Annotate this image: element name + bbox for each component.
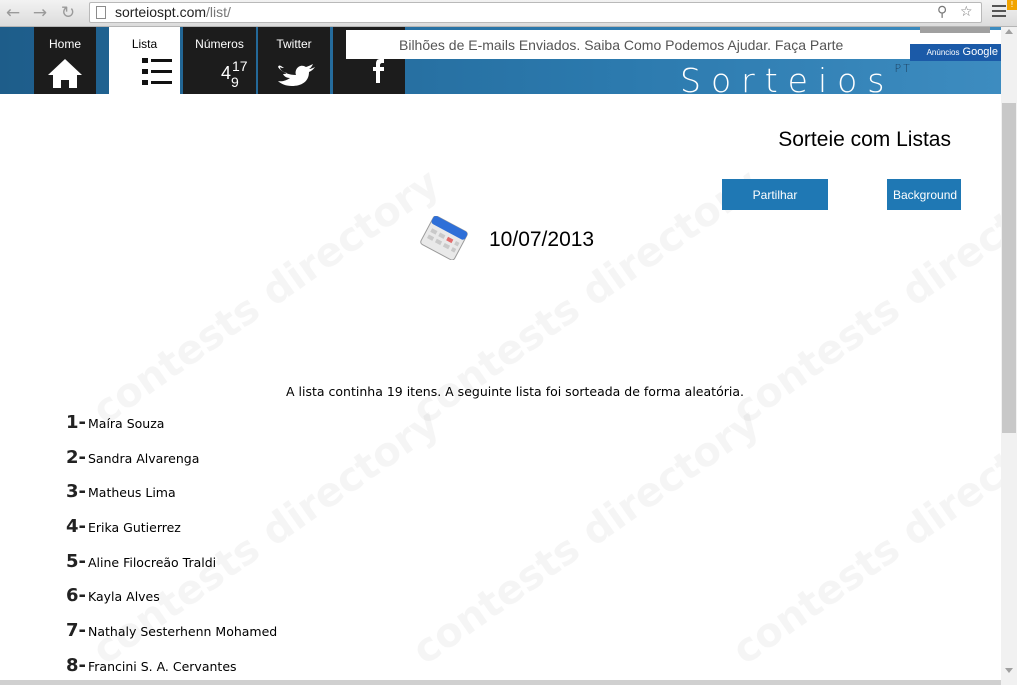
vertical-scrollbar[interactable] — [1001, 27, 1017, 685]
svg-text:9: 9 — [231, 74, 239, 89]
item-number: 5- — [66, 550, 86, 572]
background-button[interactable]: Background — [887, 179, 961, 210]
item-number: 3- — [66, 481, 86, 503]
ad-text[interactable]: Bilhões de E-mails Enviados. Saiba Como … — [399, 37, 843, 53]
item-number: 1- — [66, 412, 86, 433]
list-item: 6- Kayla Alves — [66, 585, 277, 620]
notification-badge: ! — [1007, 0, 1017, 10]
tab-twitter[interactable]: Twitter — [258, 27, 330, 94]
item-name: Sandra Alvarenga — [88, 450, 200, 466]
list-item: 2- Sandra Alvarenga — [66, 447, 277, 482]
back-icon[interactable]: ← — [3, 3, 23, 23]
item-name: Erika Gutierrez — [88, 520, 181, 536]
share-result-button[interactable]: Partilhar resultado — [722, 179, 828, 233]
ad-badge-label: Anúncios — [926, 48, 960, 57]
ads-by-google-badge[interactable]: Anúncios Google — [910, 44, 1001, 61]
list-summary: A lista continha 19 itens. A seguinte li… — [286, 384, 744, 399]
item-name: Aline Filocreão Traldi — [88, 554, 217, 570]
twitter-bird-icon — [278, 64, 315, 86]
item-number: 7- — [66, 620, 86, 642]
ad-corner-bar — [920, 27, 990, 33]
svg-text:4: 4 — [221, 63, 231, 83]
list-item: 4- Erika Gutierrez — [66, 516, 277, 551]
item-number: 4- — [66, 516, 86, 538]
tab-home-label: Home — [48, 37, 81, 51]
url-text[interactable]: sorteiospt.com/list/ — [115, 4, 231, 21]
calendar-icon — [420, 216, 468, 260]
main-content: contests directory contests directory co… — [0, 94, 1001, 680]
list-item: 3- Matheus Lima — [66, 481, 277, 516]
scroll-up-icon[interactable] — [1005, 29, 1013, 34]
reload-icon[interactable]: ↻ — [58, 3, 78, 23]
scroll-down-icon[interactable] — [1005, 668, 1013, 673]
svg-text:17: 17 — [232, 58, 248, 74]
watermark: contests directory — [724, 400, 1001, 674]
browser-toolbar: ← → ↻ sorteiospt.com/list/ ⚲ ☆ ! — [0, 0, 1017, 27]
scroll-thumb[interactable] — [1002, 103, 1016, 433]
address-bar[interactable]: sorteiospt.com/list/ ⚲ ☆ — [89, 2, 982, 23]
numbers-icon: 4 17 9 — [221, 58, 248, 89]
url-domain: sorteiospt.com — [115, 4, 207, 20]
magnifier-icon[interactable]: ⚲ — [937, 4, 947, 21]
watermark: contests directory — [404, 400, 768, 674]
list-item: 7- Nathaly Sesterhenn Mohamed — [66, 620, 277, 655]
horizontal-scrollbar[interactable] — [0, 680, 1001, 685]
item-number: 6- — [66, 585, 86, 607]
item-name: Maíra Souza — [88, 416, 165, 431]
tab-lista-label: Lista — [131, 37, 158, 51]
site-logo-text: Sorteios — [680, 61, 895, 94]
ad-badge-brand: Google — [962, 46, 998, 58]
result-list: 1- Maíra Souza 2- Sandra Alvarenga 3- Mathe… — [66, 412, 277, 680]
url-path: /list/ — [206, 4, 231, 20]
item-name: Francini S. A. Cervantes — [88, 658, 237, 674]
draw-date: 10/07/2013 — [489, 228, 595, 251]
list-item: 1- Maíra Souza — [66, 412, 277, 447]
star-icon[interactable]: ☆ — [960, 4, 973, 21]
page-icon — [96, 6, 106, 19]
tab-lista[interactable]: Lista — [109, 27, 180, 94]
item-name: Matheus Lima — [88, 485, 176, 501]
site-logo-suffix: PT — [894, 62, 912, 75]
item-number: 2- — [66, 446, 86, 468]
item-name: Nathaly Sesterhenn Mohamed — [88, 624, 278, 640]
list-item: 8- Francini S. A. Cervantes — [66, 655, 277, 680]
house-icon — [48, 59, 82, 88]
tab-numeros[interactable]: Números 4 17 9 — [183, 27, 256, 94]
site-logo[interactable]: SorteiosPT — [680, 61, 912, 94]
item-name: Kayla Alves — [88, 589, 160, 605]
hamburger-menu-icon[interactable] — [992, 5, 1006, 20]
tab-numeros-label: Números — [195, 37, 244, 51]
site-header: Home Lista Números 4 17 9 Twitter Bilhõe… — [0, 27, 1001, 94]
item-number: 8- — [66, 654, 86, 676]
forward-icon[interactable]: → — [30, 3, 50, 23]
list-item: 5- Aline Filocreão Traldi — [66, 551, 277, 586]
tab-home[interactable]: Home — [34, 27, 96, 94]
facebook-icon — [373, 59, 384, 83]
tab-twitter-label: Twitter — [276, 37, 312, 51]
page-title: Sorteie com Listas — [778, 128, 951, 151]
ad-banner[interactable]: Bilhões de E-mails Enviados. Saiba Como … — [346, 30, 1001, 61]
list-icon — [142, 58, 172, 85]
